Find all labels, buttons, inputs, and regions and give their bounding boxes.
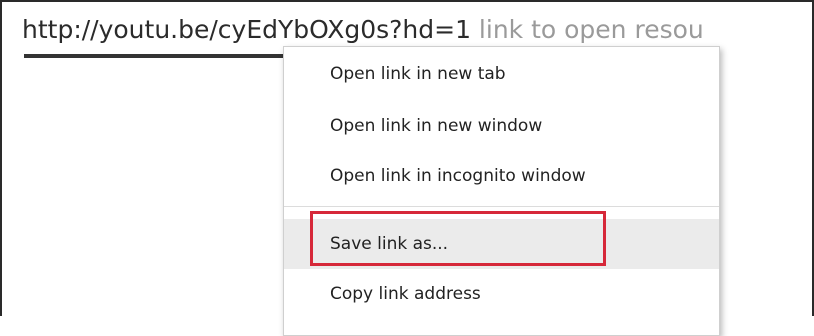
link-description: link to open resou	[470, 15, 704, 44]
menu-item-open-incognito[interactable]: Open link in incognito window	[284, 151, 719, 201]
menu-item-copy-link-address[interactable]: Copy link address	[284, 269, 719, 319]
menu-separator	[284, 206, 719, 207]
link-url[interactable]: http://youtu.be/cyEdYbOXg0s?hd=1	[22, 15, 471, 44]
context-menu: Open link in new tab Open link in new wi…	[283, 46, 720, 336]
link-text-line: http://youtu.be/cyEdYbOXg0s?hd=1 link to…	[22, 12, 704, 48]
menu-item-open-new-window[interactable]: Open link in new window	[284, 101, 719, 151]
link-underline	[24, 54, 284, 58]
menu-item-save-link-as[interactable]: Save link as...	[284, 219, 719, 269]
menu-item-open-new-tab[interactable]: Open link in new tab	[284, 49, 719, 99]
